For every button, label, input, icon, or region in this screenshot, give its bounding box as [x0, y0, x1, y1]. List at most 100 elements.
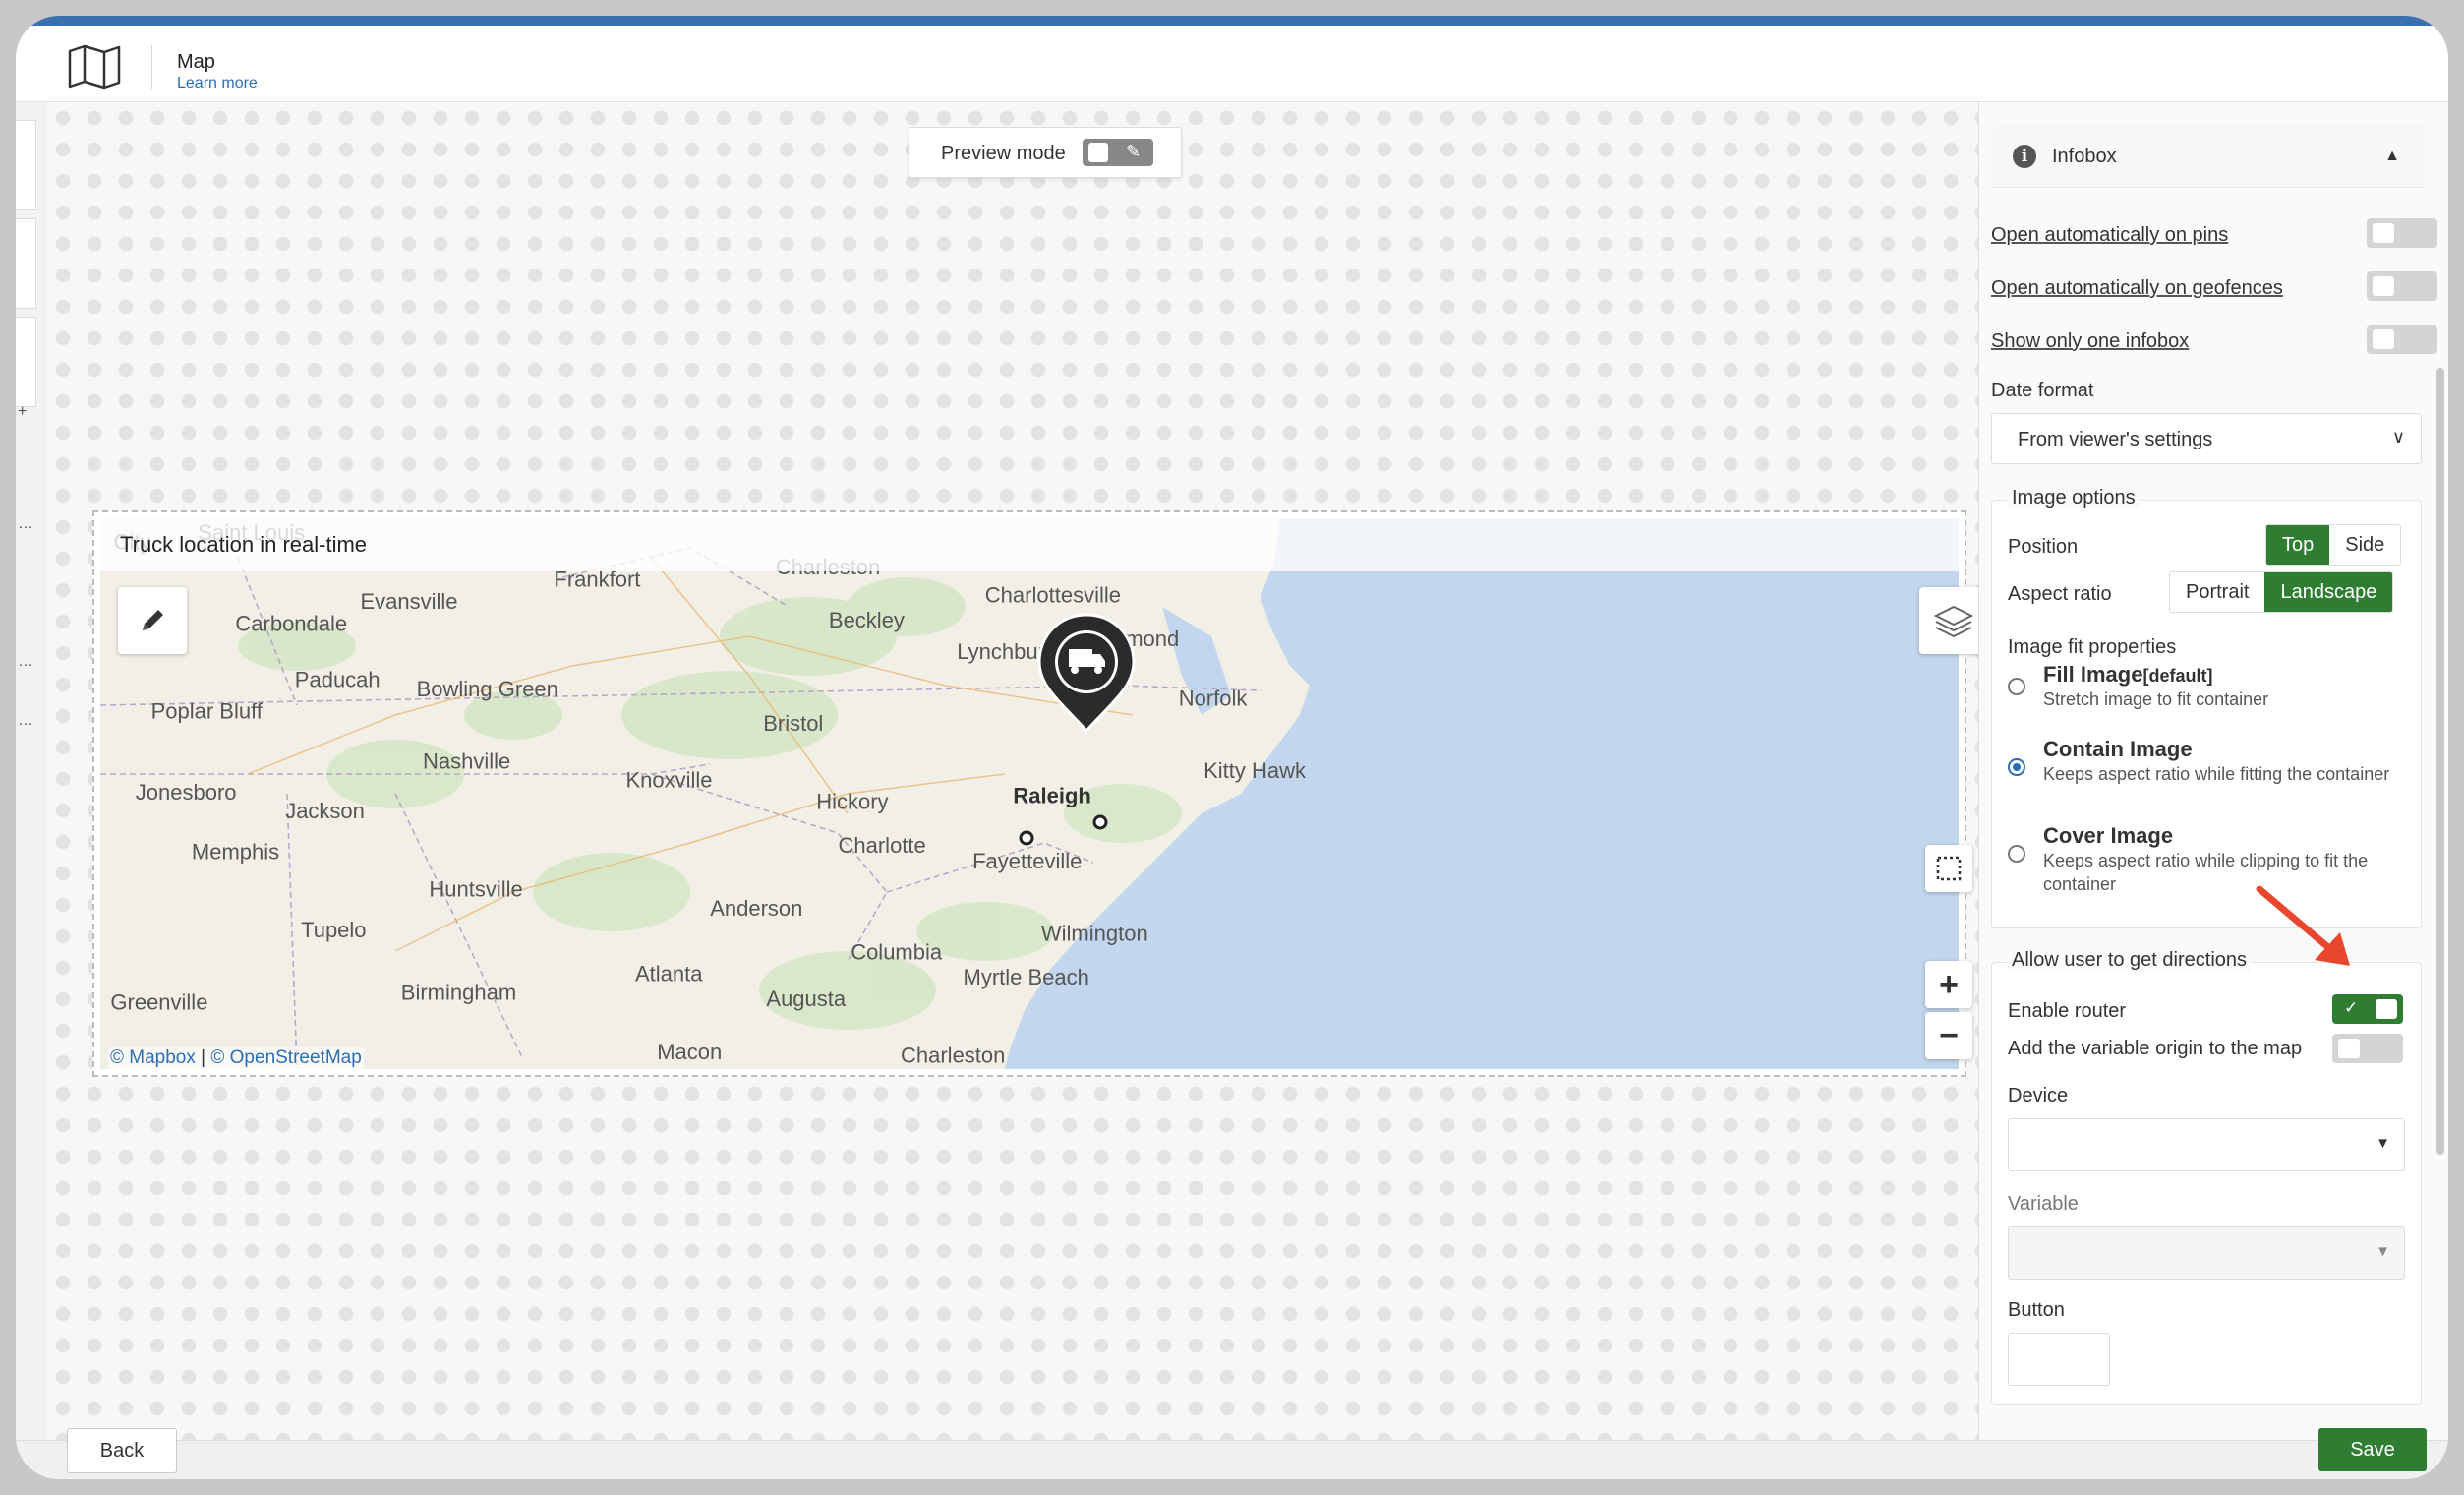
panel-scrollbar[interactable]: [2436, 368, 2444, 1155]
app-window: Map Learn more + … … … Preview mode ✎ Fr…: [16, 16, 2448, 1479]
contain-image-description: Keeps aspect ratio while fitting the con…: [2043, 764, 2390, 784]
back-button[interactable]: Back: [67, 1428, 177, 1473]
aspect-portrait-option[interactable]: Portrait: [2170, 572, 2264, 612]
position-top-option[interactable]: Top: [2266, 525, 2330, 565]
preview-mode-toggle[interactable]: ✎: [1083, 139, 1153, 166]
city-label: Jonesboro: [136, 780, 237, 805]
city-label: Nashville: [423, 748, 510, 773]
variable-label: Variable: [2008, 1193, 2079, 1215]
preview-mode-label: Preview mode: [941, 143, 1066, 164]
city-label: Wilmington: [1041, 921, 1148, 945]
city-label: Knoxville: [626, 767, 713, 792]
add-origin-toggle[interactable]: [2332, 1034, 2403, 1063]
mapbox-link[interactable]: © Mapbox: [110, 1047, 196, 1068]
add-origin-label: Add the variable origin to the map: [2008, 1038, 2303, 1059]
aspect-ratio-segmented: Portrait Landscape: [2169, 571, 2394, 613]
city-label: Norfolk: [1179, 687, 1249, 711]
left-collapsed-sidebar: + … … …: [16, 102, 48, 1440]
pencil-icon: ✎: [1126, 142, 1142, 161]
map-title: Truck location in real-time: [120, 532, 368, 557]
zoom-out-button[interactable]: −: [1925, 1012, 1972, 1059]
fill-image-description: Stretch image to fit container: [2043, 689, 2269, 709]
more-icon[interactable]: …: [18, 515, 33, 533]
button-label: Button: [2008, 1299, 2065, 1321]
check-icon: ✓: [2344, 998, 2359, 1017]
page-title: Map: [177, 51, 215, 73]
preview-mode-control: Preview mode ✎: [909, 127, 1182, 178]
image-options-group: Image options Position Top Side Aspect r…: [1991, 487, 2422, 928]
city-label: Bristol: [763, 711, 823, 736]
fill-image-radio[interactable]: [2008, 678, 2025, 695]
city-label: Huntsville: [429, 877, 522, 902]
open-on-pins-label: Open automatically on pins: [1991, 224, 2229, 246]
editor-canvas: Preview mode ✎ Frankfort Evansville Char…: [47, 102, 1988, 1440]
button-text-input[interactable]: [2008, 1333, 2110, 1386]
info-icon: i: [2013, 145, 2036, 168]
footer-bar: [16, 1440, 2448, 1479]
city-label: Paducah: [295, 668, 381, 692]
enable-router-toggle[interactable]: ✓: [2332, 994, 2403, 1024]
show-one-infobox-toggle[interactable]: [2367, 325, 2437, 354]
city-label: Fayetteville: [972, 849, 1082, 873]
date-format-value: From viewer's settings: [2018, 429, 2213, 450]
map-title-bar: Truck location in real-time: [100, 518, 1959, 571]
sidebar-tab[interactable]: [16, 218, 36, 309]
map-tiles[interactable]: CitySaint LouisFrankfortCharlestonEvansv…: [100, 518, 1959, 1069]
city-label: Beckley: [829, 608, 905, 632]
city-label: Myrtle Beach: [964, 965, 1089, 989]
more-icon[interactable]: …: [18, 653, 33, 671]
open-on-geofences-label: Open automatically on geofences: [1991, 277, 2283, 299]
city-label: Kitty Hawk: [1203, 758, 1307, 783]
city-label: Greenville: [110, 989, 207, 1014]
more-icon[interactable]: …: [18, 712, 33, 730]
position-side-option[interactable]: Side: [2329, 525, 2400, 565]
sidebar-tab[interactable]: [16, 317, 36, 407]
infobox-title: Infobox: [2052, 146, 2117, 167]
aspect-landscape-option[interactable]: Landscape: [2264, 572, 2393, 612]
sidebar-tab[interactable]: [16, 120, 36, 210]
variable-select[interactable]: ▼: [2008, 1226, 2405, 1280]
date-format-select[interactable]: From viewer's settings ∨: [1991, 413, 2422, 464]
header-divider: [151, 45, 152, 89]
location-marker[interactable]: [1019, 830, 1034, 846]
map-widget[interactable]: CitySaint LouisFrankfortCharlestonEvansv…: [92, 510, 1988, 1077]
location-marker[interactable]: [1092, 814, 1108, 830]
select-area-icon: [1936, 856, 1962, 881]
city-label: Augusta: [766, 987, 846, 1011]
minus-icon: −: [1939, 1016, 1959, 1054]
chevron-up-icon[interactable]: ▲: [2384, 148, 2400, 165]
position-segmented: Top Side: [2265, 524, 2402, 566]
layers-icon: [1933, 605, 1974, 638]
default-tag: [default]: [2142, 666, 2213, 686]
directions-group: Allow user to get directions Enable rout…: [1991, 949, 2422, 1405]
open-on-pins-toggle[interactable]: [2367, 218, 2437, 248]
show-one-infobox-label: Show only one infobox: [1991, 330, 2190, 352]
edit-map-button[interactable]: [118, 587, 187, 654]
cover-image-title: Cover Image: [2043, 823, 2174, 848]
city-label: Charlottesville: [985, 583, 1121, 608]
city-label: Carbondale: [235, 611, 347, 635]
open-on-geofences-toggle[interactable]: [2367, 271, 2437, 301]
cover-image-radio[interactable]: [2008, 845, 2025, 863]
aspect-ratio-label: Aspect ratio: [2008, 583, 2112, 605]
settings-panel: i Infobox ▲ Open automatically on pins O…: [1978, 102, 2448, 1440]
save-button[interactable]: Save: [2318, 1428, 2427, 1471]
openstreetmap-link[interactable]: © OpenStreetMap: [210, 1047, 361, 1068]
city-label: Evansville: [361, 589, 458, 614]
learn-more-link[interactable]: Learn more: [177, 75, 258, 92]
city-label: Memphis: [192, 840, 279, 865]
box-select-button[interactable]: [1925, 845, 1972, 892]
plus-icon: +: [1939, 965, 1959, 1003]
city-label: Atlanta: [635, 962, 703, 987]
city-label: Hickory: [816, 790, 888, 814]
position-label: Position: [2008, 536, 2079, 558]
top-accent-bar: [16, 16, 2448, 26]
plus-icon[interactable]: +: [18, 403, 27, 421]
contain-image-title: Contain Image: [2043, 737, 2193, 761]
infobox-section-header[interactable]: i Infobox ▲: [1993, 126, 2424, 188]
device-select[interactable]: ▼: [2008, 1118, 2405, 1171]
zoom-in-button[interactable]: +: [1925, 961, 1972, 1008]
contain-image-radio[interactable]: [2008, 758, 2025, 776]
city-label: Charleston: [901, 1043, 1005, 1067]
image-options-legend: Image options: [2008, 487, 2140, 509]
